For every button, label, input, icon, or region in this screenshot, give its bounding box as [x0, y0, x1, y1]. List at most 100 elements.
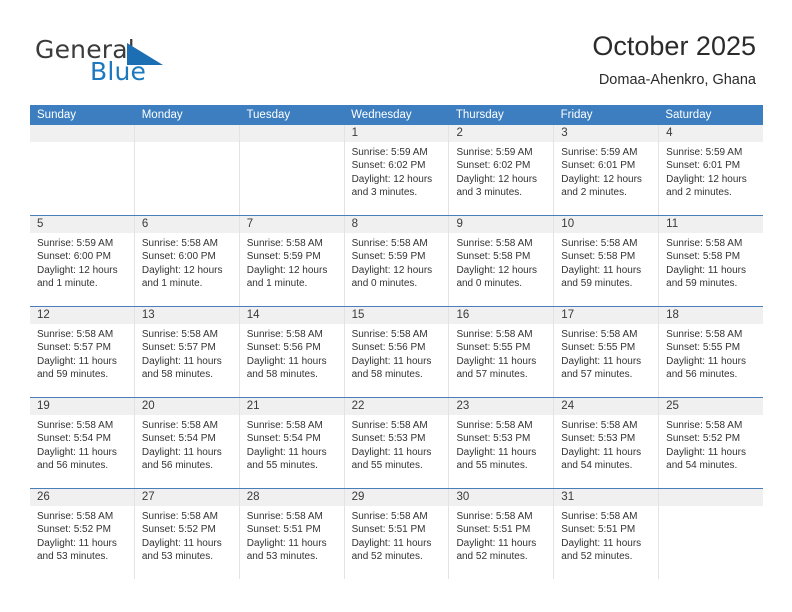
calendar-day-cell[interactable]: 13 Sunrise: 5:58 AM Sunset: 5:57 PM Dayligh… — [134, 307, 240, 397]
location-subtitle: Domaa-Ahenkro, Ghana — [598, 72, 756, 88]
daylight-text-line2: and 55 minutes. — [456, 460, 528, 472]
calendar-day-cell[interactable]: 10 Sunrise: 5:58 AM Sunset: 5:58 PM Dayligh… — [554, 216, 660, 306]
day-sun-info: Sunrise: 5:58 AM Sunset: 5:54 PM Daylight:… — [240, 416, 344, 473]
day-sun-info: Sunrise: 5:58 AM Sunset: 5:59 PM Daylight:… — [345, 234, 449, 291]
day-sun-info: Sunrise: 5:58 AM Sunset: 5:59 PM Daylight:… — [240, 234, 344, 291]
daylight-text-line1: Daylight: 11 hours — [141, 355, 222, 367]
calendar-day-cell[interactable]: 29 Sunrise: 5:58 AM Sunset: 5:51 PM Dayligh… — [344, 489, 450, 579]
sunset-text: Sunset: 5:51 PM — [246, 524, 321, 536]
day-number: 10 — [561, 218, 575, 230]
sunset-text: Sunset: 5:52 PM — [37, 524, 111, 536]
calendar-day-cell[interactable]: 22 Sunrise: 5:58 AM Sunset: 5:53 PM Dayligh… — [344, 398, 450, 488]
sunrise-text: Sunrise: 5:58 AM — [141, 238, 219, 249]
sunrise-text: Sunrise: 5:58 AM — [37, 420, 114, 431]
calendar-day-cell[interactable]: 8 Sunrise: 5:58 AM Sunset: 5:59 PM Daylight… — [344, 216, 450, 306]
calendar-day-cell[interactable]: 30 Sunrise: 5:58 AM Sunset: 5:51 PM Dayligh… — [449, 489, 555, 579]
daylight-text-line2: and 3 minutes. — [456, 187, 523, 199]
calendar-day-cell[interactable]: 20 Sunrise: 5:58 AM Sunset: 5:54 PM Dayligh… — [134, 398, 240, 488]
calendar-day-cell[interactable]: 11 Sunrise: 5:58 AM Sunset: 5:58 PM Dayligh… — [659, 216, 764, 306]
calendar-day-cell[interactable]: 15 Sunrise: 5:58 AM Sunset: 5:56 PM Dayligh… — [344, 307, 450, 397]
day-number: 11 — [666, 218, 679, 230]
day-sun-info: Sunrise: 5:58 AM Sunset: 5:57 PM Daylight:… — [30, 325, 134, 382]
sunrise-text: Sunrise: 5:58 AM — [141, 329, 219, 340]
day-number-strip: 5 — [30, 216, 134, 234]
day-number: 13 — [141, 309, 155, 321]
sunset-text: Sunset: 5:54 PM — [37, 433, 111, 445]
day-sun-info: Sunrise: 5:58 AM Sunset: 5:52 PM Daylight:… — [659, 416, 763, 473]
sunset-text: Sunset: 5:52 PM — [666, 433, 741, 445]
calendar-day-cell-empty — [134, 125, 240, 215]
sunset-text: Sunset: 5:54 PM — [141, 433, 216, 445]
sunset-text: Sunset: 5:57 PM — [37, 342, 111, 354]
calendar-day-cell[interactable]: 12 Sunrise: 5:58 AM Sunset: 5:57 PM Dayligh… — [30, 307, 135, 397]
day-number-strip: 22 — [344, 398, 449, 416]
calendar-day-cell[interactable]: 21 Sunrise: 5:58 AM Sunset: 5:54 PM Dayligh… — [239, 398, 345, 488]
calendar-day-cell[interactable]: 28 Sunrise: 5:58 AM Sunset: 5:51 PM Dayligh… — [239, 489, 345, 579]
sunrise-text: Sunrise: 5:58 AM — [351, 511, 428, 522]
day-number-strip: 11 — [659, 216, 764, 234]
calendar-day-cell[interactable]: 16 Sunrise: 5:58 AM Sunset: 5:55 PM Dayligh… — [449, 307, 555, 397]
general-blue-logo[interactable]: General Blue — [35, 35, 215, 91]
day-number: 15 — [351, 309, 365, 321]
sunset-text: Sunset: 5:51 PM — [561, 524, 636, 536]
calendar-day-cell[interactable]: 1 Sunrise: 5:59 AM Sunset: 6:02 PM Daylight… — [344, 125, 450, 215]
calendar-day-cell[interactable]: 9 Sunrise: 5:58 AM Sunset: 5:58 PM Daylight… — [449, 216, 555, 306]
daylight-text-line2: and 52 minutes. — [561, 551, 633, 563]
calendar-day-cell[interactable]: 25 Sunrise: 5:58 AM Sunset: 5:52 PM Dayligh… — [659, 398, 764, 488]
day-sun-info: Sunrise: 5:58 AM Sunset: 5:54 PM Daylight:… — [135, 416, 239, 473]
calendar-week-row: 19 Sunrise: 5:58 AM Sunset: 5:54 PM Dayligh… — [30, 397, 764, 488]
daylight-text-line1: Daylight: 11 hours — [351, 537, 432, 549]
calendar-day-cell[interactable]: 4 Sunrise: 5:59 AM Sunset: 6:01 PM Daylight… — [659, 125, 764, 215]
day-number: 27 — [141, 491, 155, 503]
sunrise-text: Sunrise: 5:58 AM — [456, 329, 533, 340]
daylight-text-line2: and 52 minutes. — [456, 551, 528, 563]
sunrise-text: Sunrise: 5:59 AM — [666, 147, 743, 158]
day-number: 31 — [561, 491, 575, 503]
calendar-day-cell[interactable]: 26 Sunrise: 5:58 AM Sunset: 5:52 PM Dayligh… — [30, 489, 135, 579]
daylight-text-line1: Daylight: 11 hours — [246, 537, 327, 549]
calendar-day-cell[interactable]: 31 Sunrise: 5:58 AM Sunset: 5:51 PM Dayligh… — [554, 489, 660, 579]
daylight-text-line2: and 59 minutes. — [666, 278, 738, 290]
sunrise-text: Sunrise: 5:58 AM — [141, 420, 219, 431]
day-number: 4 — [666, 127, 673, 139]
calendar-day-cell[interactable]: 23 Sunrise: 5:58 AM Sunset: 5:53 PM Dayligh… — [449, 398, 555, 488]
calendar-day-cell[interactable]: 27 Sunrise: 5:58 AM Sunset: 5:52 PM Dayligh… — [134, 489, 240, 579]
day-number-strip: 14 — [239, 307, 344, 325]
calendar-day-cell[interactable]: 19 Sunrise: 5:58 AM Sunset: 5:54 PM Dayligh… — [30, 398, 135, 488]
day-number: 16 — [456, 309, 470, 321]
calendar-day-cell[interactable]: 3 Sunrise: 5:59 AM Sunset: 6:01 PM Daylight… — [554, 125, 660, 215]
daylight-text-line1: Daylight: 11 hours — [666, 264, 747, 276]
sunset-text: Sunset: 5:55 PM — [456, 342, 531, 354]
sunset-text: Sunset: 6:00 PM — [37, 251, 111, 263]
daylight-text-line2: and 1 minute. — [246, 278, 308, 290]
calendar-day-cell[interactable]: 6 Sunrise: 5:58 AM Sunset: 6:00 PM Daylight… — [134, 216, 240, 306]
sunset-text: Sunset: 5:58 PM — [561, 251, 636, 263]
daylight-text-line2: and 56 minutes. — [666, 369, 738, 381]
calendar-day-cell[interactable]: 5 Sunrise: 5:59 AM Sunset: 6:00 PM Daylight… — [30, 216, 135, 306]
calendar-day-cell[interactable]: 18 Sunrise: 5:58 AM Sunset: 5:55 PM Dayligh… — [659, 307, 764, 397]
calendar-day-cell[interactable]: 17 Sunrise: 5:58 AM Sunset: 5:55 PM Dayligh… — [554, 307, 660, 397]
daylight-text-line1: Daylight: 12 hours — [561, 173, 642, 185]
sunset-text: Sunset: 5:55 PM — [561, 342, 636, 354]
sunrise-text: Sunrise: 5:59 AM — [37, 238, 114, 249]
day-number: 1 — [351, 127, 358, 139]
day-sun-info: Sunrise: 5:58 AM Sunset: 5:58 PM Daylight:… — [659, 234, 763, 291]
day-of-week-saturday: Saturday — [665, 109, 712, 121]
daylight-text-line1: Daylight: 12 hours — [37, 264, 118, 276]
daylight-text-line2: and 57 minutes. — [456, 369, 528, 381]
day-number-strip: 13 — [134, 307, 239, 325]
day-sun-info: Sunrise: 5:58 AM Sunset: 5:55 PM Daylight:… — [554, 325, 658, 382]
day-sun-info: Sunrise: 5:58 AM Sunset: 5:58 PM Daylight:… — [449, 234, 553, 291]
daylight-text-line2: and 53 minutes. — [141, 551, 214, 563]
day-number: 3 — [561, 127, 568, 139]
page-title: October 2025 — [592, 31, 756, 61]
day-sun-info: Sunrise: 5:58 AM Sunset: 5:51 PM Daylight:… — [240, 507, 344, 564]
calendar-day-cell[interactable]: 2 Sunrise: 5:59 AM Sunset: 6:02 PM Daylight… — [449, 125, 555, 215]
calendar-day-cell[interactable]: 24 Sunrise: 5:58 AM Sunset: 5:53 PM Dayligh… — [554, 398, 660, 488]
calendar-day-cell[interactable]: 14 Sunrise: 5:58 AM Sunset: 5:56 PM Dayligh… — [239, 307, 345, 397]
calendar-day-cell[interactable]: 7 Sunrise: 5:58 AM Sunset: 5:59 PM Daylight… — [239, 216, 345, 306]
calendar-day-cell-empty — [659, 489, 764, 579]
daylight-text-line2: and 55 minutes. — [246, 460, 318, 472]
day-number: 2 — [456, 127, 463, 139]
daylight-text-line2: and 58 minutes. — [351, 369, 423, 381]
